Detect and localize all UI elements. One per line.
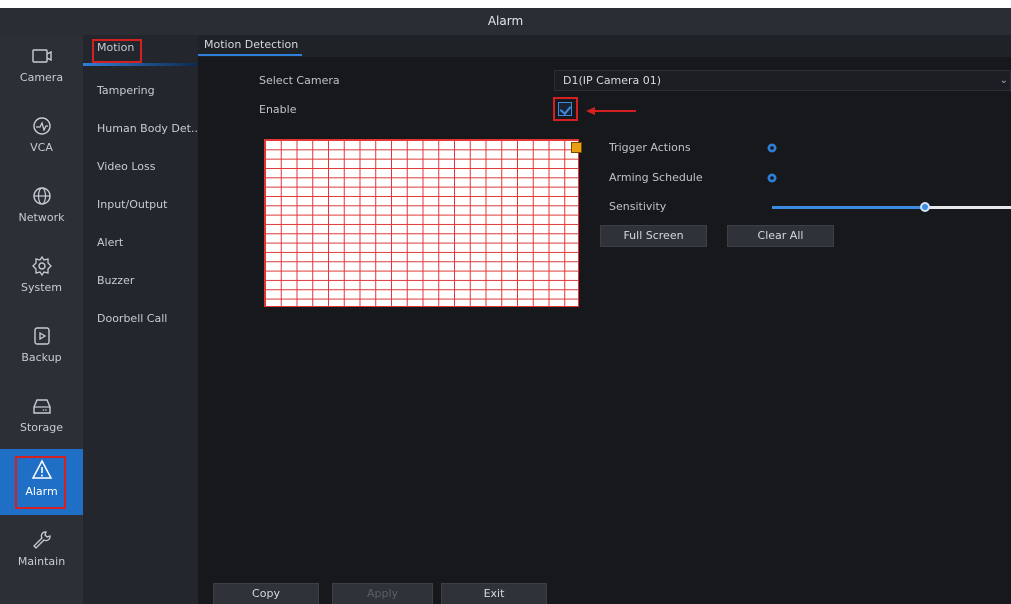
backup-icon xyxy=(33,327,50,345)
nav-storage[interactable]: Storage xyxy=(0,385,83,451)
enable-label: Enable xyxy=(259,103,297,116)
nav-camera-label: Camera xyxy=(19,71,64,84)
sub-item-video-loss-label: Video Loss xyxy=(97,160,156,173)
tab-bar: Motion Detection xyxy=(198,35,1011,57)
motion-detection-panel: Motion Detection Select Camera D1(IP Cam… xyxy=(198,35,1011,604)
globe-icon xyxy=(32,187,51,205)
hdd-icon xyxy=(32,399,51,414)
nav-backup-label: Backup xyxy=(21,351,62,364)
sub-item-input-output-label: Input/Output xyxy=(97,198,168,211)
alarm-sub-nav: Motion Tampering Human Body Det... Video… xyxy=(83,35,198,604)
nav-camera[interactable]: Camera xyxy=(0,35,83,101)
arming-schedule-label: Arming Schedule xyxy=(609,171,703,184)
enable-checkbox[interactable] xyxy=(558,102,572,116)
clear-all-button[interactable]: Clear All xyxy=(727,225,834,247)
apply-button[interactable]: Apply xyxy=(332,583,433,604)
tab-motion-detection[interactable]: Motion Detection xyxy=(204,35,298,55)
pointer-arrow-icon xyxy=(586,107,636,115)
sub-item-alert[interactable]: Alert xyxy=(83,224,198,262)
camera-icon xyxy=(31,49,52,63)
grid-marker-icon xyxy=(571,142,582,153)
sensitivity-slider-rest xyxy=(925,206,1011,209)
sensitivity-slider-handle[interactable] xyxy=(920,202,930,212)
motion-highlight-box xyxy=(92,39,142,63)
sensitivity-label: Sensitivity xyxy=(609,200,667,213)
nav-network-label: Network xyxy=(18,211,65,224)
copy-button[interactable]: Copy xyxy=(213,583,319,604)
nav-maintain[interactable]: Maintain xyxy=(0,519,83,585)
sub-item-buzzer[interactable]: Buzzer xyxy=(83,262,198,300)
sub-item-motion[interactable]: Motion xyxy=(83,37,198,75)
sub-item-tampering[interactable]: Tampering xyxy=(83,72,198,110)
sub-item-alert-label: Alert xyxy=(97,236,124,249)
trigger-actions-label: Trigger Actions xyxy=(609,141,691,154)
sub-item-tampering-label: Tampering xyxy=(97,84,155,97)
sub-item-buzzer-label: Buzzer xyxy=(97,274,135,287)
sub-item-human-body-detection[interactable]: Human Body Det... xyxy=(83,110,198,148)
tab-active-underline xyxy=(198,54,302,56)
nav-vca[interactable]: VCA xyxy=(0,105,83,171)
sub-item-input-output[interactable]: Input/Output xyxy=(83,186,198,224)
select-camera-label: Select Camera xyxy=(259,74,340,87)
full-screen-button[interactable]: Full Screen xyxy=(600,225,707,247)
vca-icon xyxy=(32,117,51,135)
sub-item-doorbell-label: Doorbell Call xyxy=(97,312,168,325)
alarm-highlight-box xyxy=(15,456,66,509)
sub-item-human-body-label: Human Body Det... xyxy=(97,122,198,135)
sub-item-video-loss[interactable]: Video Loss xyxy=(83,148,198,186)
exit-button[interactable]: Exit xyxy=(441,583,547,604)
nav-storage-label: Storage xyxy=(19,421,64,434)
main-nav: Camera VCA Network System Backup Storage… xyxy=(0,35,83,604)
motion-area-grid[interactable] xyxy=(264,139,579,307)
wrench-icon xyxy=(32,531,51,549)
nav-system[interactable]: System xyxy=(0,245,83,311)
alarm-window: Alarm Camera VCA Network System Backup S… xyxy=(0,8,1011,604)
nav-system-label: System xyxy=(20,281,63,294)
sub-item-doorbell-call[interactable]: Doorbell Call xyxy=(83,300,198,338)
arming-schedule-gear-icon[interactable] xyxy=(766,172,778,184)
window-title: Alarm xyxy=(0,8,1011,35)
gear-icon xyxy=(31,255,52,277)
trigger-actions-gear-icon[interactable] xyxy=(766,142,778,154)
chevron-down-icon: ⌄ xyxy=(999,75,1008,86)
active-indicator xyxy=(83,63,198,66)
nav-vca-label: VCA xyxy=(30,141,53,154)
nav-maintain-label: Maintain xyxy=(17,555,66,568)
nav-backup[interactable]: Backup xyxy=(0,315,83,381)
camera-select[interactable]: D1(IP Camera 01) ⌄ xyxy=(554,70,1011,91)
camera-select-value: D1(IP Camera 01) xyxy=(563,74,662,87)
nav-alarm[interactable]: Alarm xyxy=(0,449,83,515)
nav-network[interactable]: Network xyxy=(0,175,83,241)
